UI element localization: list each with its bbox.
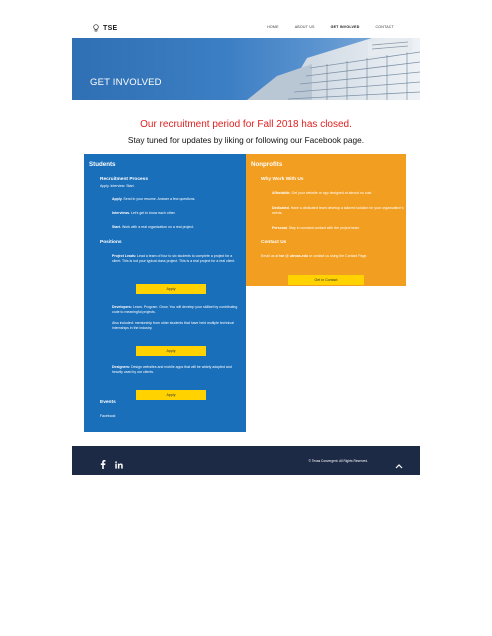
nonprofits-panel: Nonprofits Why Work With Us Affordable. … [246,154,406,286]
recruitment-process-heading: Recruitment Process [100,177,148,182]
nav-about-us[interactable]: ABOUT US [295,25,315,29]
step-start: Start. Work with a real organization on … [112,225,195,229]
apply-designer-button[interactable]: Apply [136,390,206,400]
hero-title: GET INVOLVED [90,77,162,88]
events-heading: Events [100,400,116,405]
linkedin-icon[interactable] [115,456,123,474]
get-in-contact-button[interactable]: Get in Contact [288,275,364,285]
main-nav: HOME ABOUT US GET INVOLVED CONTACT [267,25,394,29]
nav-home[interactable]: HOME [267,25,279,29]
site-footer: © Texas Convergent. All Rights Reserved. [72,446,420,475]
benefit-personal: Personal. Stay in constant contact with … [272,226,361,230]
apply-project-lead-button[interactable]: Apply [136,284,206,294]
copyright-text: © Texas Convergent. All Rights Reserved. [308,459,368,463]
benefit-dedicated: Dedicated. Have a dedicated team develop… [272,206,404,215]
contact-us-heading: Contact Us [261,240,287,245]
position-project-leads: Project Leads: Lead a team of four to si… [112,254,236,263]
lightbulb-icon [93,24,99,32]
positions-heading: Positions [100,240,122,245]
nav-contact[interactable]: CONTACT [375,25,394,29]
why-work-with-us-heading: Why Work With Us [261,177,304,182]
step-apply: Apply. Send in your resume. Answer a few… [112,197,196,201]
facebook-link[interactable]: Facebook [100,414,115,419]
logo-text: TSE [103,24,118,32]
position-designers: Designers: Design websites and mobile ap… [112,365,232,374]
position-developers: Developers: Learn. Program. Grow. You wi… [112,305,238,314]
students-title: Students [89,161,116,168]
hero-building-image [247,38,420,100]
nonprofits-title: Nonprofits [251,161,283,168]
stay-tuned-text: Stay tuned for updates by liking or foll… [127,135,365,145]
chevron-up-icon[interactable] [395,456,403,474]
hero-banner: GET INVOLVED [72,38,420,100]
site-header: TSE HOME ABOUT US GET INVOLVED CONTACT [0,0,492,38]
facebook-icon[interactable] [100,456,106,474]
developers-mentorship-text: Also included: mentorship from older stu… [112,321,234,330]
recruitment-steps-summary: Apply. Interview. Start. [100,184,135,188]
recruitment-closed-notice: Our recruitment period for Fall 2018 has… [140,119,352,130]
step-interviews: Interviews. Let's get to know each other… [112,211,176,215]
students-panel: Students Recruitment Process Apply. Inte… [84,154,246,432]
site-logo[interactable]: TSE [93,24,118,32]
contact-instructions: Email us at tse @ utexas.edu or contact … [261,254,368,258]
nav-get-involved[interactable]: GET INVOLVED [331,25,360,29]
contact-email-link[interactable]: tse @ utexas.edu [279,254,308,258]
apply-developer-button[interactable]: Apply [136,346,206,356]
benefit-affordable: Affordable. Get your website or app desi… [272,191,373,195]
